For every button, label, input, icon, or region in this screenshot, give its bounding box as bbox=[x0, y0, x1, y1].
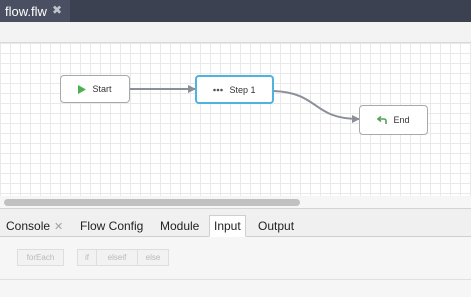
bottom-panel-tabs: Console ✕ Flow Config Module Input Outpu… bbox=[0, 215, 471, 237]
node-step1-label: Step 1 bbox=[229, 84, 256, 95]
tab-module[interactable]: Module bbox=[156, 215, 203, 237]
close-icon[interactable]: ✕ bbox=[54, 220, 63, 233]
else-button-label: else bbox=[145, 253, 161, 262]
play-icon bbox=[78, 84, 87, 94]
editor-tab-bar: flow.flw ✖ bbox=[0, 0, 471, 22]
foreach-button[interactable]: forEach bbox=[17, 249, 64, 266]
tab-console-label: Console bbox=[6, 219, 51, 233]
tab-output-label: Output bbox=[258, 219, 295, 233]
tab-output[interactable]: Output bbox=[254, 215, 298, 237]
editor-tab-label: flow.flw bbox=[5, 3, 47, 19]
elseif-button-label: elseif bbox=[107, 253, 127, 262]
return-arrow-icon bbox=[377, 115, 388, 125]
else-button[interactable]: else bbox=[137, 249, 169, 266]
input-panel: forEach if elseif else bbox=[0, 237, 471, 297]
node-start[interactable]: Start bbox=[60, 75, 130, 103]
close-icon[interactable]: ✖ bbox=[52, 3, 62, 17]
flow-canvas[interactable]: Start Step 1 End bbox=[0, 43, 471, 196]
tab-console[interactable]: Console ✕ bbox=[2, 215, 67, 237]
elseif-button[interactable]: elseif bbox=[96, 249, 138, 266]
editor-tab-flow-flw[interactable]: flow.flw ✖ bbox=[0, 0, 70, 22]
foreach-button-label: forEach bbox=[26, 253, 55, 262]
node-end[interactable]: End bbox=[359, 105, 428, 135]
if-button[interactable]: if bbox=[77, 249, 97, 266]
if-button-label: if bbox=[85, 253, 89, 262]
ellipsis-icon bbox=[213, 88, 224, 92]
canvas-horizontal-scrollbar[interactable] bbox=[0, 196, 471, 209]
node-step1[interactable]: Step 1 bbox=[195, 75, 274, 104]
tab-module-label: Module bbox=[160, 219, 200, 233]
tab-input[interactable]: Input bbox=[209, 215, 246, 237]
edge-step1-to-end bbox=[273, 90, 360, 123]
node-start-label: Start bbox=[92, 84, 112, 94]
tab-input-label: Input bbox=[214, 219, 241, 233]
editor-toolbar bbox=[0, 22, 471, 43]
tab-flow-config[interactable]: Flow Config bbox=[76, 215, 147, 237]
panel-divider bbox=[0, 279, 471, 280]
node-end-label: End bbox=[393, 115, 410, 125]
scrollbar-thumb[interactable] bbox=[4, 199, 300, 206]
tab-flow-config-label: Flow Config bbox=[80, 219, 144, 233]
